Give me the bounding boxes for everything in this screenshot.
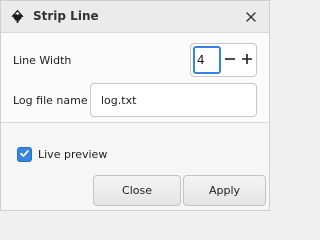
live-preview-checkbox[interactable]: [17, 147, 32, 162]
inkscape-logo-icon: [10, 9, 25, 24]
close-button[interactable]: Close: [93, 175, 181, 206]
decrement-button[interactable]: [222, 48, 238, 72]
increment-button[interactable]: [239, 48, 255, 72]
close-icon[interactable]: [241, 7, 261, 27]
line-width-label: Line Width: [13, 54, 72, 67]
dialog-window: Strip Line Line Width 4 Log file name lo…: [0, 0, 270, 211]
parameters-panel: Line Width 4 Log file name: [1, 33, 269, 123]
log-file-input[interactable]: [90, 83, 257, 117]
line-width-spinner[interactable]: 4: [190, 43, 257, 77]
line-width-input[interactable]: 4: [193, 46, 221, 74]
title-bar[interactable]: Strip Line: [1, 1, 269, 33]
live-preview-label[interactable]: Live preview: [38, 148, 107, 161]
window-title: Strip Line: [33, 9, 99, 23]
minus-icon: [224, 53, 236, 68]
log-file-label: Log file name: [13, 94, 88, 107]
plus-icon: [241, 53, 253, 68]
checkmark-icon: [19, 148, 30, 162]
apply-button[interactable]: Apply: [183, 175, 266, 206]
